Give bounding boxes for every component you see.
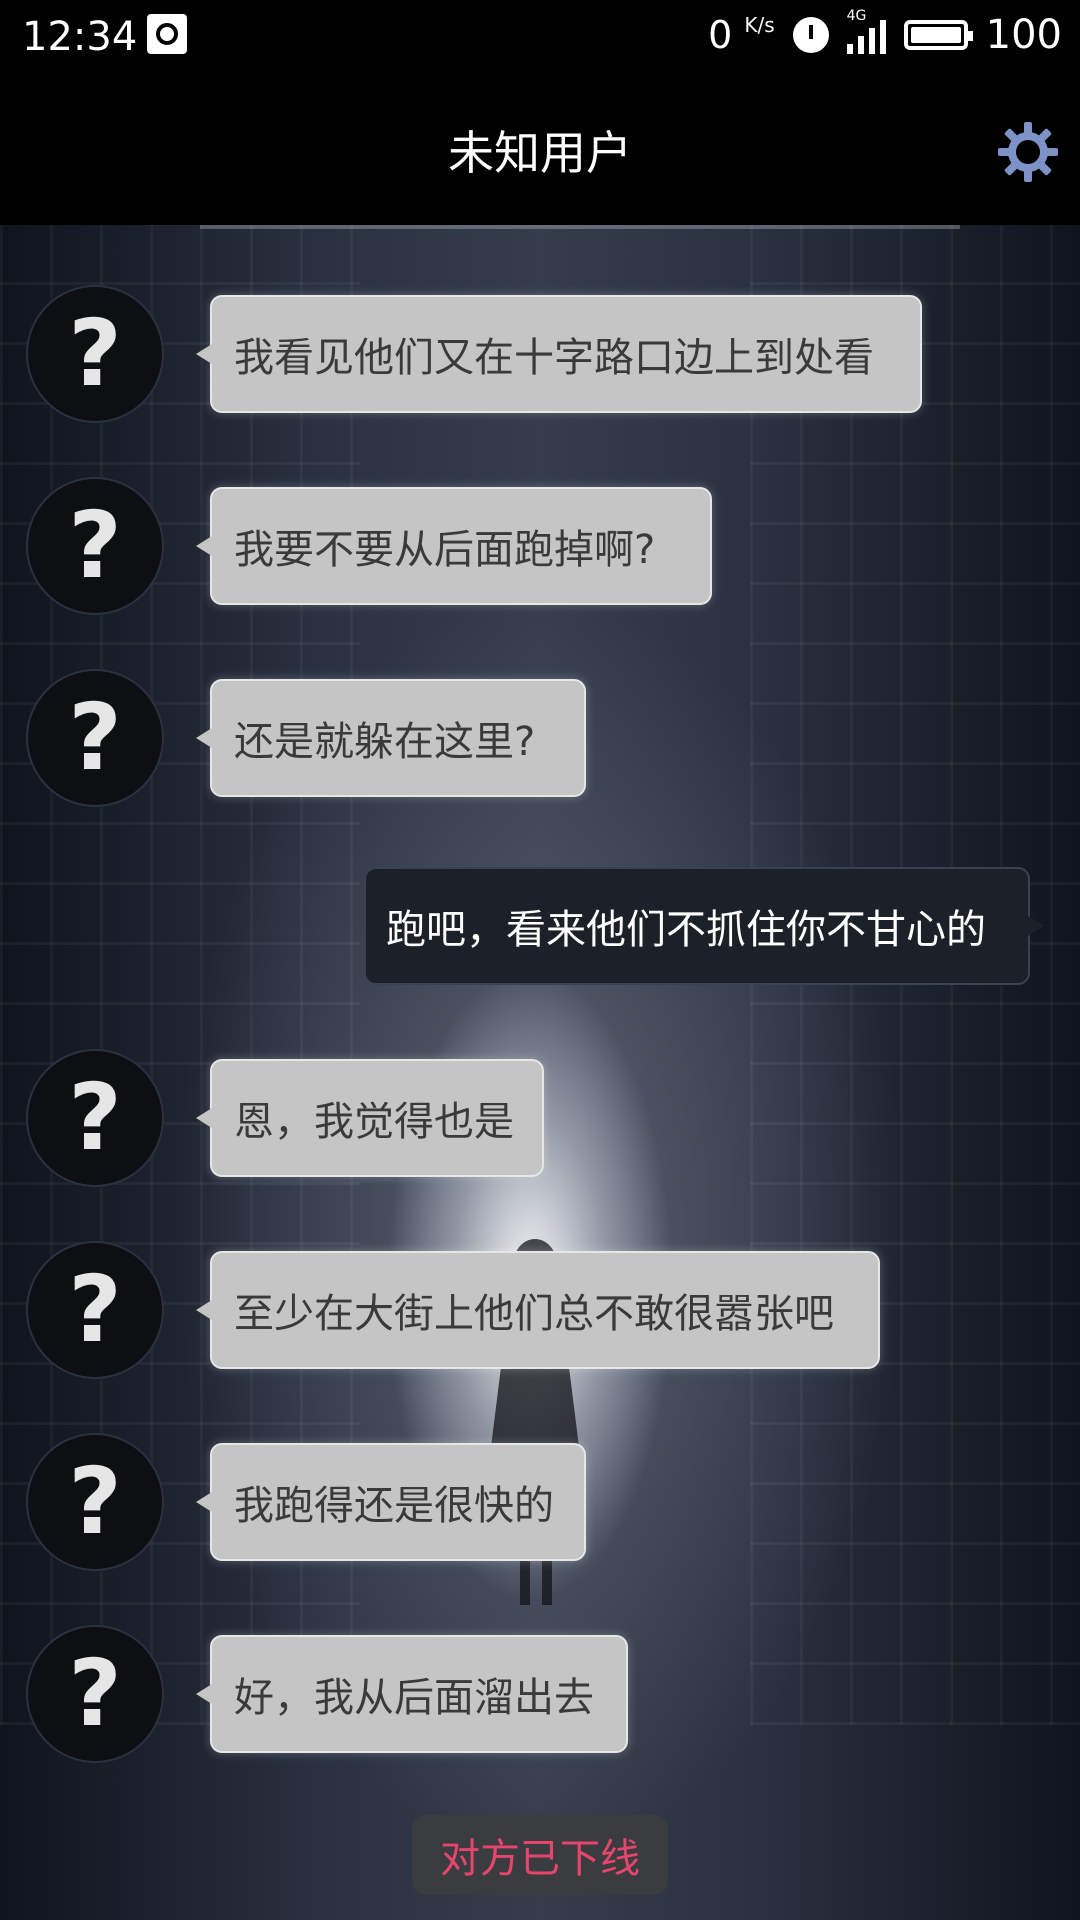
net-speed: 0 K/s [708,13,775,57]
alarm-icon [792,17,829,53]
offline-status-badge: 对方已下线 [412,1815,668,1895]
chat-area[interactable]: ? 我看见他们又在十字路口边上到处看 ? 我要不要从后面跑掉啊? ? 还是就躲在… [0,225,1080,1920]
battery-percent: 100 [985,12,1062,58]
message-bubble-incoming[interactable]: 至少在大街上他们总不敢很嚣张吧 [196,1251,880,1369]
avatar[interactable]: ? [26,669,164,807]
avatar[interactable]: ? [26,477,164,615]
scroll-edge [200,225,960,229]
message-bubble-incoming[interactable]: 我要不要从后面跑掉啊? [196,487,712,605]
avatar[interactable]: ? [26,1049,164,1187]
message-bubble-incoming[interactable]: 恩，我觉得也是 [196,1059,544,1177]
net-speed-unit: K/s [744,13,775,37]
message-bubble-incoming[interactable]: 还是就躲在这里? [196,679,586,797]
avatar[interactable]: ? [26,1433,164,1571]
status-bar: 12:34 0 K/s 4G 100 [0,0,1080,75]
network-type: 4G [846,8,867,24]
net-speed-value: 0 [708,13,733,57]
signal-icon: 4G [846,8,886,54]
notification-app-icon [147,14,187,54]
avatar[interactable]: ? [26,1241,164,1379]
avatar[interactable]: ? [26,285,164,423]
status-time: 12:34 [22,14,138,60]
avatar[interactable]: ? [26,1625,164,1763]
status-right-group: 0 K/s 4G 100 [708,8,1062,58]
chat-header: 未知用户 [0,75,1080,225]
message-bubble-outgoing[interactable]: 跑吧，看来他们不抓住你不甘心的 [364,867,1044,985]
battery-icon [903,20,973,50]
gear-icon[interactable] [996,120,1060,184]
message-bubble-incoming[interactable]: 我看见他们又在十字路口边上到处看 [196,295,922,413]
message-bubble-incoming[interactable]: 我跑得还是很快的 [196,1443,586,1561]
page-title: 未知用户 [448,126,632,180]
message-bubble-incoming[interactable]: 好，我从后面溜出去 [196,1635,628,1753]
